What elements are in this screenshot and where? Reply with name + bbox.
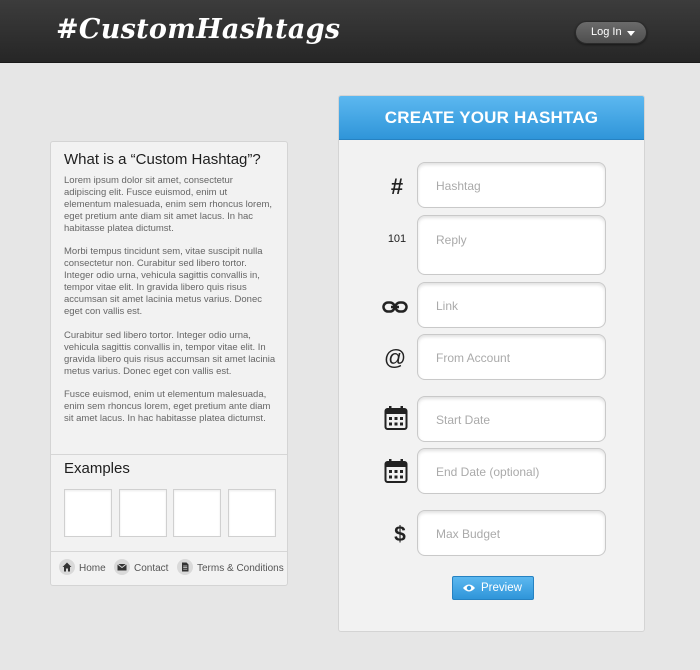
divider bbox=[51, 551, 287, 552]
home-icon bbox=[59, 559, 75, 576]
link-input[interactable]: Link bbox=[417, 282, 606, 328]
info-panel: What is a “Custom Hashtag”? Lorem ipsum … bbox=[50, 141, 288, 586]
max-budget-placeholder: Max Budget bbox=[436, 527, 501, 541]
info-paragraph: Lorem ipsum dolor sit amet, consectetur … bbox=[64, 175, 273, 234]
example-thumbnail[interactable] bbox=[64, 489, 112, 537]
example-thumbnail[interactable] bbox=[173, 489, 221, 537]
end-date-placeholder: End Date (optional) bbox=[436, 465, 540, 479]
footer-terms-label: Terms & Conditions bbox=[197, 563, 284, 574]
max-budget-input[interactable]: Max Budget bbox=[417, 510, 606, 556]
end-calendar-icon bbox=[384, 458, 408, 489]
envelope-icon bbox=[114, 559, 130, 576]
divider bbox=[51, 454, 287, 455]
reply-placeholder: Reply bbox=[436, 233, 467, 247]
info-paragraph: Curabitur sed libero tortor. Integer odi… bbox=[64, 330, 276, 377]
login-button[interactable]: Log In bbox=[575, 21, 647, 44]
reply-icon: 101 bbox=[387, 233, 407, 245]
dollar-icon: $ bbox=[394, 523, 406, 546]
form-header-title: CREATE YOUR HASHTAG bbox=[384, 108, 599, 127]
from-account-placeholder: From Account bbox=[436, 351, 511, 365]
footer-terms-link[interactable]: Terms & Conditions bbox=[177, 559, 284, 578]
hashtag-input[interactable]: Hashtag bbox=[417, 162, 606, 208]
eye-icon bbox=[463, 584, 475, 592]
document-icon bbox=[177, 559, 193, 576]
start-date-placeholder: Start Date bbox=[436, 413, 491, 427]
footer-home-label: Home bbox=[79, 563, 106, 574]
example-thumbnail[interactable] bbox=[119, 489, 167, 537]
footer-contact-link[interactable]: Contact bbox=[114, 559, 169, 578]
reply-textarea[interactable]: Reply bbox=[417, 215, 606, 275]
hashtag-placeholder: Hashtag bbox=[436, 179, 481, 193]
end-date-input[interactable]: End Date (optional) bbox=[417, 448, 606, 494]
top-bar: #CustomHashtags Log In bbox=[0, 0, 700, 63]
example-thumbnail[interactable] bbox=[228, 489, 276, 537]
examples-title: Examples bbox=[64, 460, 130, 477]
start-calendar-icon bbox=[384, 405, 408, 436]
preview-label: Preview bbox=[481, 582, 522, 594]
footer-home-link[interactable]: Home bbox=[59, 559, 106, 578]
at-icon: @ bbox=[383, 345, 407, 370]
logo[interactable]: #CustomHashtags bbox=[56, 14, 340, 45]
link-icon bbox=[382, 300, 408, 319]
hashtag-icon: # bbox=[390, 174, 404, 199]
login-label: Log In bbox=[591, 26, 622, 38]
info-title: What is a “Custom Hashtag”? bbox=[64, 151, 261, 168]
info-paragraph: Fusce euismod, enim ut elementum malesua… bbox=[64, 389, 271, 424]
link-placeholder: Link bbox=[436, 299, 459, 313]
caret-down-icon bbox=[627, 31, 635, 36]
preview-button[interactable]: Preview bbox=[452, 576, 534, 600]
from-account-input[interactable]: From Account bbox=[417, 334, 606, 380]
info-paragraph: Morbi tempus tincidunt sem, vitae suscip… bbox=[64, 246, 263, 317]
start-date-input[interactable]: Start Date bbox=[417, 396, 606, 442]
footer-contact-label: Contact bbox=[134, 563, 169, 574]
form-header: CREATE YOUR HASHTAG bbox=[339, 96, 644, 140]
